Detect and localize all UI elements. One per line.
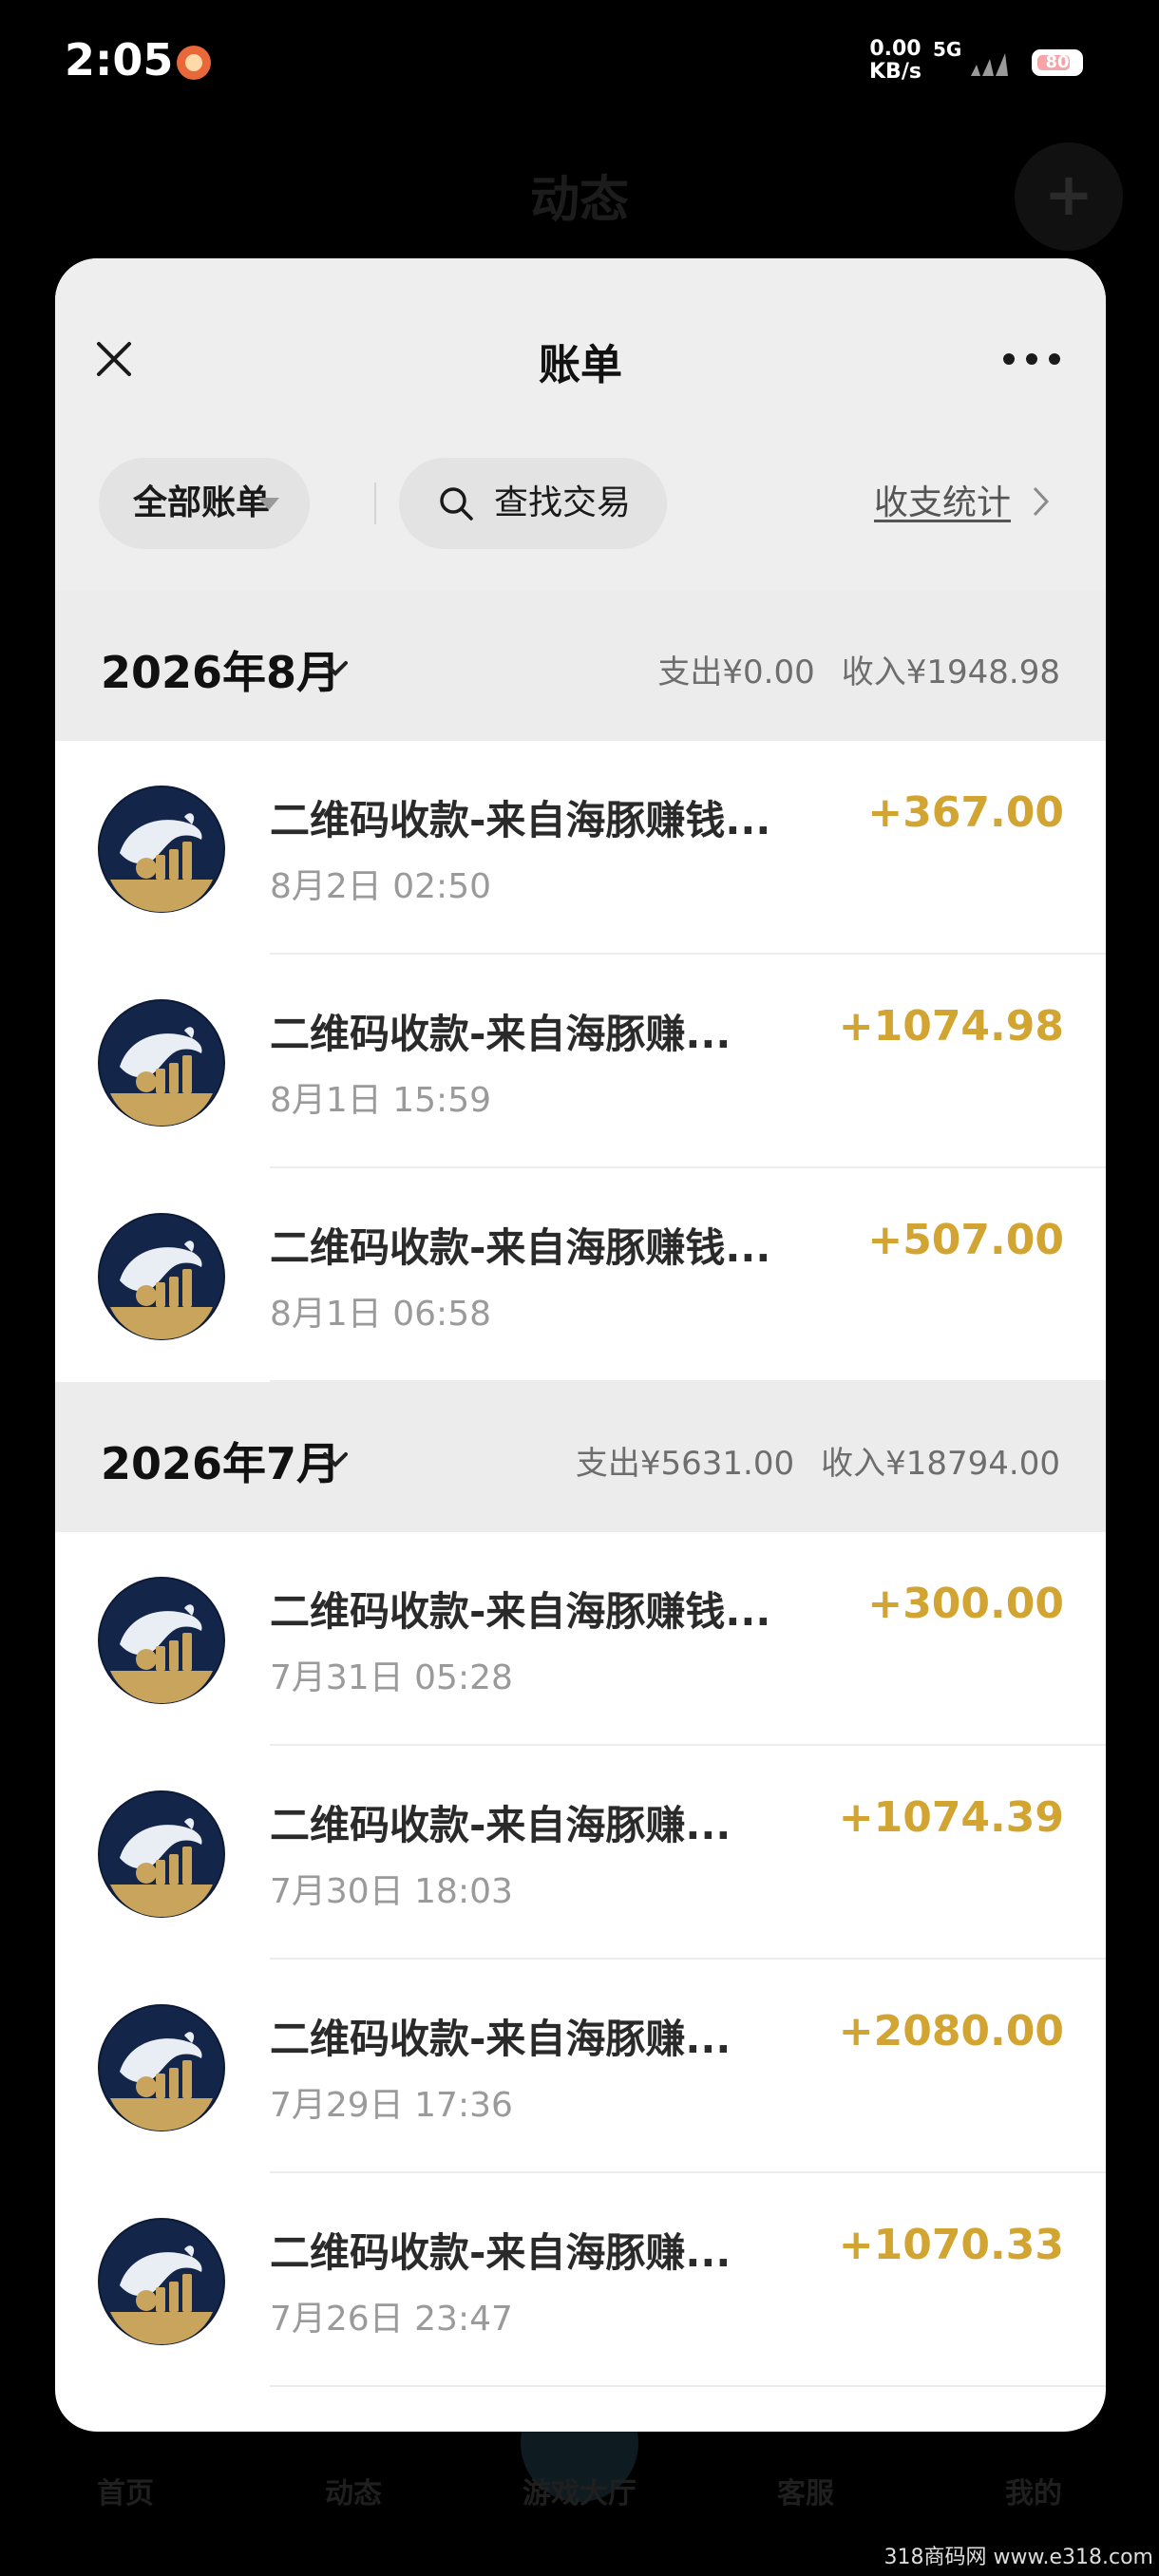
background-tab-game-hall: 游戏大厅 [522,2477,636,2510]
transaction-amount: +367.00 [867,788,1064,837]
divider [374,483,376,524]
filter-label: 全部账单 [133,483,271,522]
month-expense: 支出¥5631.00 [575,1445,795,1483]
search-label: 查找交易 [494,483,632,522]
transaction-title: 二维码收款-来自海豚赚钱... [270,1224,771,1271]
filter-dropdown[interactable]: 全部账单 [99,458,310,549]
transaction-row[interactable]: 二维码收款-来自海豚赚... 8月1日 15:59 +1074.98 [55,955,1106,1168]
signal-icon [971,53,1008,76]
chevron-right-icon [1033,486,1050,517]
sheet-title: 账单 [539,341,622,389]
merchant-avatar-icon [97,1790,226,1919]
transaction-time: 7月30日 18:03 [270,1872,513,1911]
more-icon[interactable] [1001,350,1062,369]
transaction-title: 二维码收款-来自海豚赚... [270,2016,732,2062]
transaction-amount: +1074.98 [838,1002,1064,1051]
chevron-down-icon [323,1452,348,1468]
battery-level: 80 [1045,52,1070,72]
background-tab-me: 我的 [1005,2477,1062,2510]
network-type: 5G [933,38,962,61]
transaction-row[interactable]: 二维码收款-来自海豚赚... 7月30日 18:03 +1074.39 [55,1746,1106,1960]
month-totals: 支出¥0.00 收入¥1948.98 [657,646,1060,692]
network-speed: 0.00 KB/s [869,38,922,84]
transaction-title: 二维码收款-来自海豚赚... [270,1011,732,1057]
transaction-time: 7月26日 23:47 [270,2300,513,2339]
transaction-title: 二维码收款-来自海豚赚钱... [270,1588,771,1635]
chevron-down-icon [323,661,348,676]
merchant-avatar-icon [97,998,226,1127]
transaction-amount: +507.00 [867,1216,1064,1264]
month-label: 2026年7月 [101,1438,341,1489]
income-expense-stats-link[interactable]: 收支统计 [874,475,1011,524]
background-tab-feed: 动态 [325,2477,382,2510]
transaction-time: 7月31日 05:28 [270,1658,513,1697]
battery-icon: 80 [1032,49,1083,76]
month-totals: 支出¥5631.00 收入¥18794.00 [576,1437,1060,1484]
merchant-avatar-icon [97,2217,226,2346]
transaction-time: 8月2日 02:50 [270,867,491,906]
status-bar: 2:05 0.00 KB/s 5G 80 [0,0,1159,123]
background-tab-home: 首页 [97,2477,154,2510]
transaction-amount: +2080.00 [838,2007,1064,2055]
merchant-avatar-icon [97,1576,226,1705]
month-header[interactable]: 2026年7月 支出¥5631.00 收入¥18794.00 [55,1382,1106,1532]
month-expense: 支出¥0.00 [657,653,815,691]
background-page-title: 动态 [529,172,629,229]
transaction-row[interactable]: 二维码收款-来自海豚赚... 7月29日 17:36 +2080.00 [55,1960,1106,2173]
transaction-amount: +300.00 [867,1580,1064,1628]
transaction-title: 二维码收款-来自海豚赚... [270,2229,732,2276]
watermark: 318商码网 www.e318.com [884,2546,1153,2569]
background-add-button: + [1015,142,1123,251]
transaction-title: 二维码收款-来自海豚赚... [270,1802,732,1848]
transaction-title: 二维码收款-来自海豚赚钱... [270,797,771,843]
transaction-time: 7月29日 17:36 [270,2086,513,2125]
search-icon [440,487,473,521]
month-header[interactable]: 2026年8月 支出¥0.00 收入¥1948.98 [55,591,1106,741]
net-speed-unit: KB/s [869,60,922,84]
caret-down-icon [258,498,279,510]
month-income: 收入¥1948.98 [841,653,1060,691]
merchant-avatar-icon [97,2003,226,2132]
transaction-time: 8月1日 06:58 [270,1295,491,1334]
merchant-avatar-icon [97,1212,226,1341]
transaction-row[interactable]: 二维码收款-来自海豚赚钱... 8月1日 06:58 +507.00 [55,1168,1106,1382]
transaction-amount: +1074.39 [838,1793,1064,1842]
transaction-time: 8月1日 15:59 [270,1081,491,1120]
sheet-header: 账单 全部账单 查找交易 收支统计 [55,258,1106,591]
month-label: 2026年8月 [101,647,341,698]
month-income: 收入¥18794.00 [821,1445,1060,1483]
notification-icon [177,46,211,80]
status-time: 2:05 [65,34,174,85]
net-speed-value: 0.00 [869,37,922,61]
transaction-row[interactable]: 二维码收款-来自海豚赚... 7月26日 23:47 +1070.33 [55,2173,1106,2387]
background-tab-service: 客服 [777,2477,834,2510]
merchant-avatar-icon [97,785,226,914]
transaction-row[interactable]: 二维码收款-来自海豚赚钱... 7月31日 05:28 +300.00 [55,1532,1106,1746]
search-button[interactable]: 查找交易 [399,458,667,549]
transaction-amount: +1070.33 [838,2221,1064,2269]
row-divider [270,2385,1106,2387]
bill-sheet: 账单 全部账单 查找交易 收支统计 2026年8月 支出¥0.00 收入¥1948.… [55,258,1106,2432]
transaction-row[interactable]: 二维码收款-来自海豚赚钱... 8月2日 02:50 +367.00 [55,741,1106,955]
